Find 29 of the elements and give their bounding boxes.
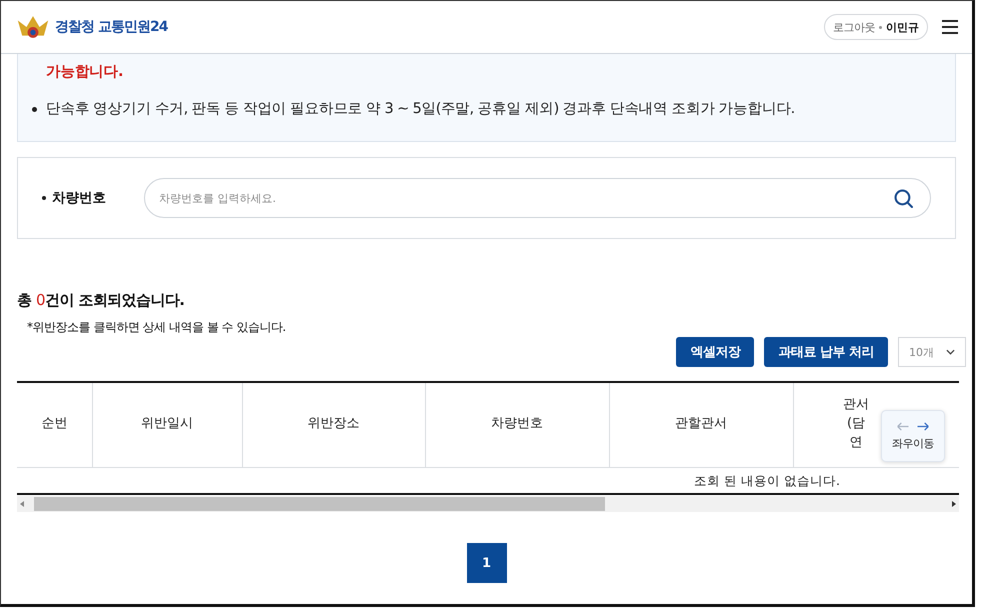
page-size-select[interactable]: 10개 <box>898 337 966 367</box>
fine-payment-button[interactable]: 과태료 납부 처리 <box>764 337 888 367</box>
notice-text: 단속후 영상기기 수거, 판독 등 작업이 필요하므로 약 3 ~ 5일(주말, 공휴일 제외) 경과후 단속내역 조회가 가능합니다. <box>46 100 795 118</box>
column-header: 위반장소 <box>242 383 425 467</box>
logo-text[interactable]: 경찰청 <box>55 18 94 36</box>
service-name[interactable]: 교통민원24 <box>98 18 168 36</box>
excel-save-button[interactable]: 엑셀저장 <box>676 337 754 367</box>
search-field[interactable]: 차량번호를 입력하세요. <box>144 178 931 218</box>
column-header: 위반일시 <box>92 383 242 467</box>
search-label: 차량번호 <box>52 189 107 207</box>
logout-link[interactable]: 로그아웃 <box>833 20 875 34</box>
bullet-icon <box>42 196 46 200</box>
notice-text: 가능합니다. <box>46 63 123 81</box>
scroll-hint: 좌우이동 <box>881 410 945 462</box>
result-count: 총 0건이 조회되었습니다. <box>17 291 186 310</box>
column-header: 차량번호 <box>425 383 609 467</box>
empty-message: 조회 된 내용이 없습니다. <box>694 472 840 488</box>
user-name: 이민규 <box>886 20 919 34</box>
result-note: *위반장소를 클릭하면 상세 내역을 볼 수 있습니다. <box>27 319 287 336</box>
badge-emblem-icon[interactable] <box>15 14 51 40</box>
column-header: 순번 <box>17 383 92 467</box>
bullet-icon <box>32 107 37 112</box>
left-right-arrows-icon <box>895 421 931 432</box>
search-icon[interactable] <box>894 189 913 208</box>
page-button[interactable]: 1 <box>466 543 506 583</box>
horizontal-scrollbar[interactable] <box>17 496 959 512</box>
caret-icon <box>946 349 955 355</box>
menu-icon[interactable] <box>942 19 958 35</box>
column-header: 관할관서 <box>609 383 793 467</box>
